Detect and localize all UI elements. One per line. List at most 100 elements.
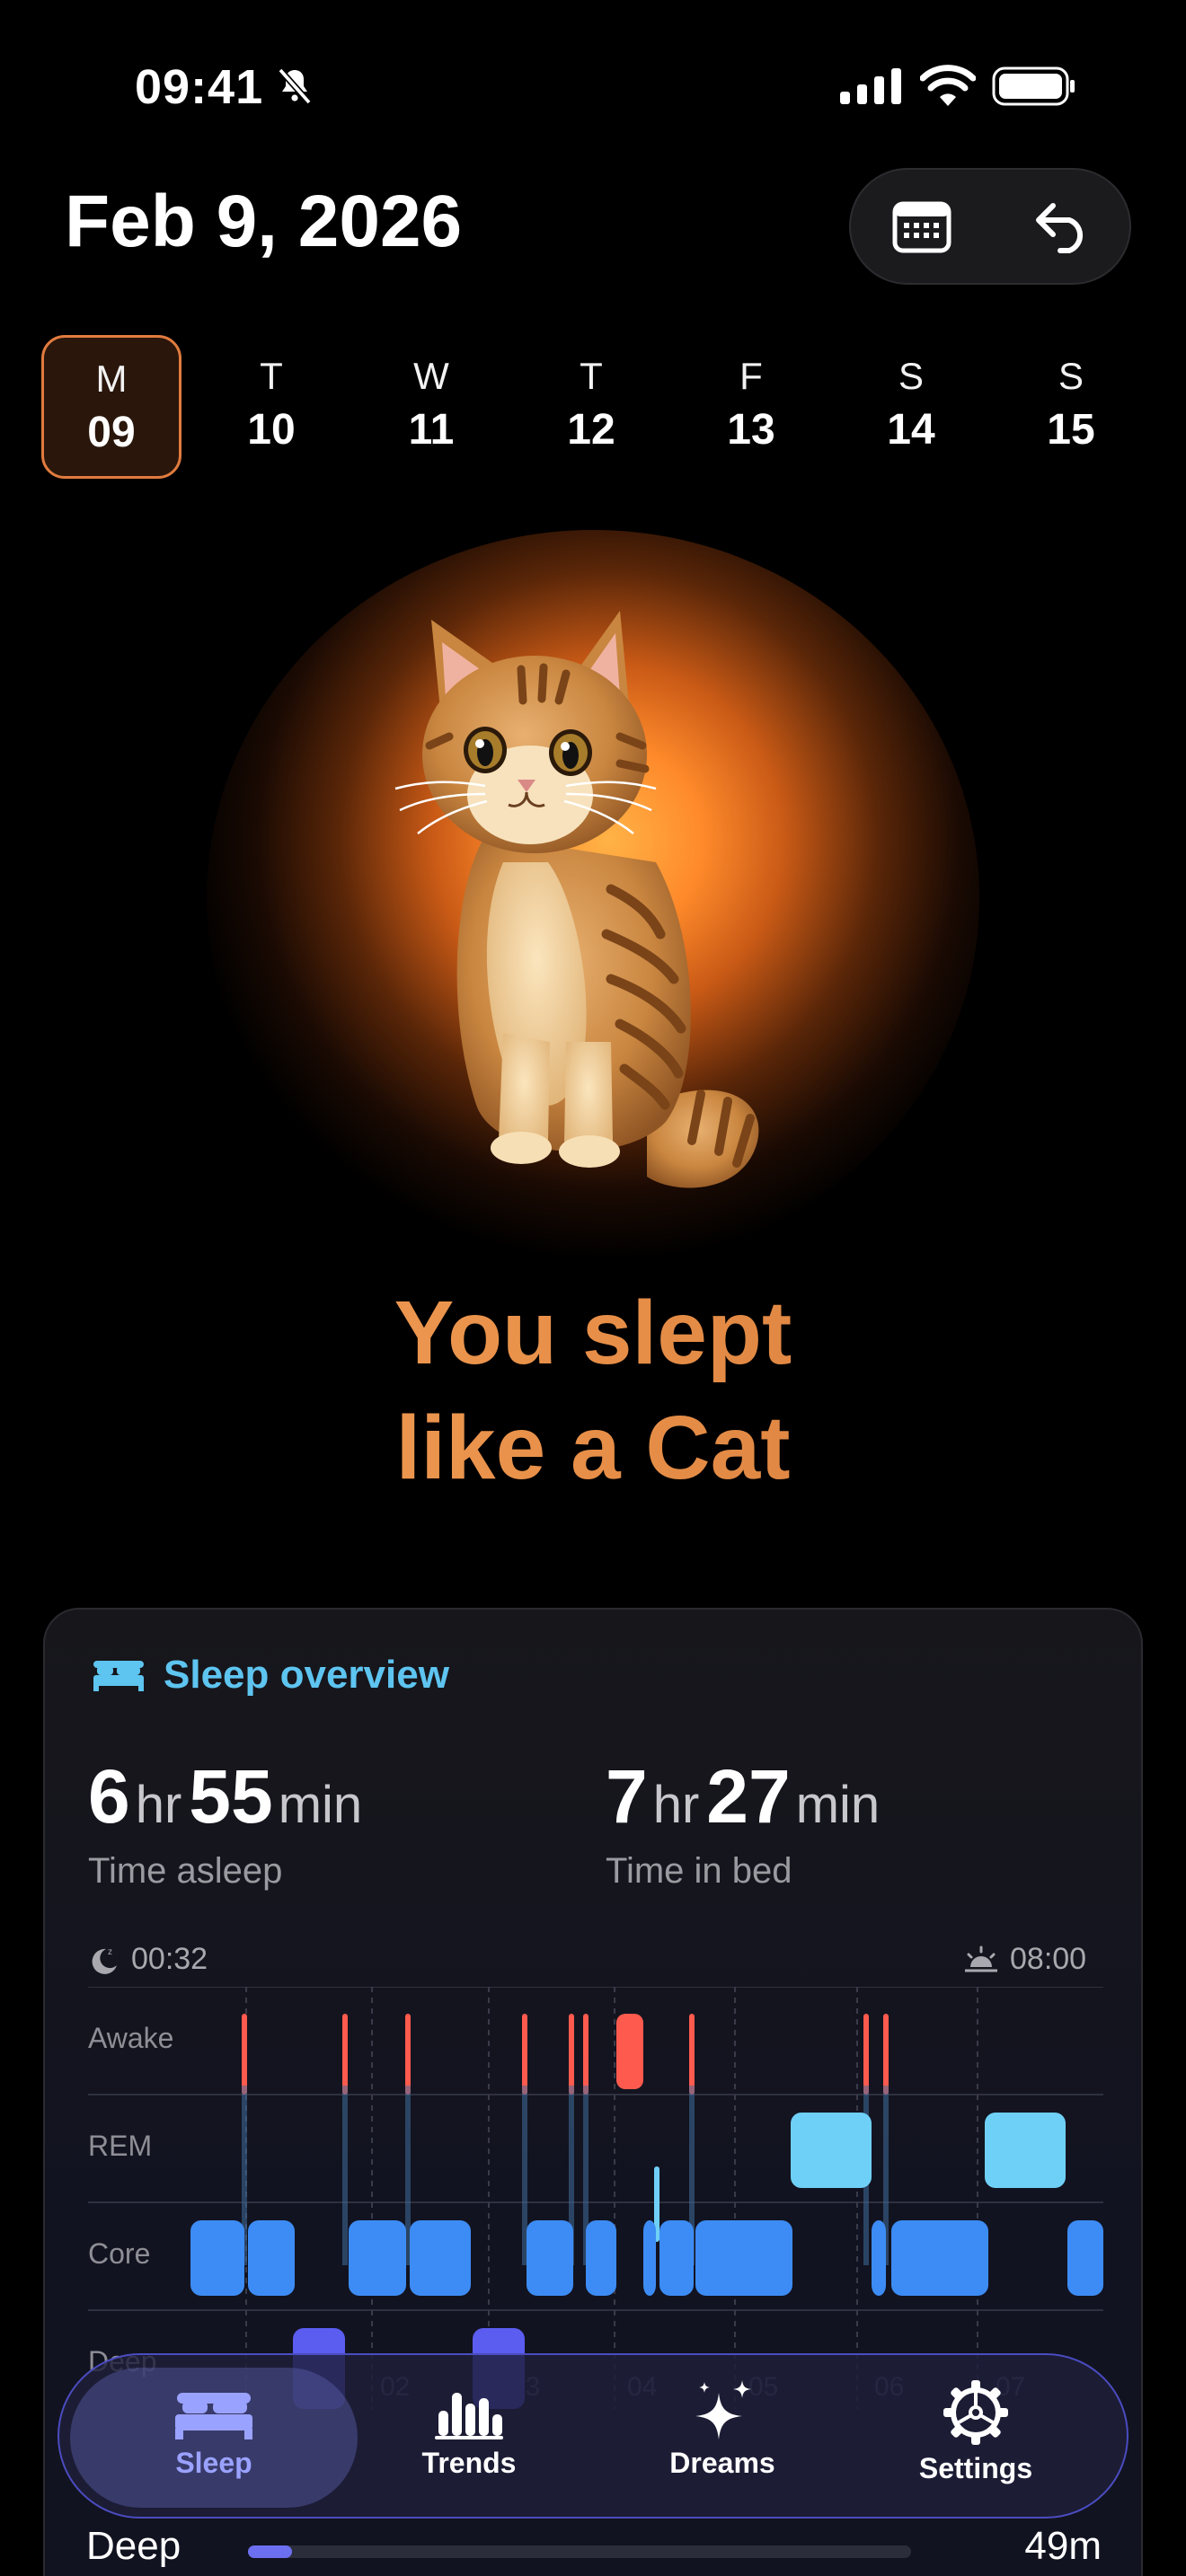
in-bed-hours-unit: hr — [652, 1776, 700, 1834]
sleep-animal-illustration — [207, 530, 979, 1266]
stage-label-core: Core — [88, 2237, 150, 2270]
calendar-button[interactable] — [851, 170, 992, 283]
day-sun-15[interactable]: S 15 — [1001, 335, 1141, 479]
awake-spike — [242, 2014, 247, 2095]
moon-zz-icon: z — [92, 1947, 117, 1974]
core-block — [1067, 2220, 1103, 2296]
awake-spike — [583, 2014, 589, 2095]
day-number: 12 — [567, 406, 615, 454]
battery-icon — [992, 66, 1075, 106]
day-number: 09 — [87, 409, 136, 456]
core-block — [190, 2220, 244, 2296]
day-thu-12[interactable]: T 12 — [521, 335, 661, 479]
status-time: 09:41 — [135, 60, 264, 114]
card-title: Sleep overview — [164, 1653, 449, 1697]
calendar-icon — [892, 201, 951, 253]
asleep-hours-unit: hr — [135, 1776, 182, 1834]
deep-stage-row: Deep 49m — [86, 2524, 1102, 2576]
awake-spike — [522, 2014, 527, 2095]
asleep-minutes: 55 — [189, 1754, 273, 1839]
stage-transition — [342, 2086, 348, 2265]
sunrise-icon — [965, 1945, 997, 1972]
bar-chart-icon — [435, 2393, 503, 2439]
tab-label: Dreams — [669, 2447, 775, 2479]
headline-line-1: You slept — [394, 1283, 792, 1383]
day-wed-11[interactable]: W 11 — [361, 335, 501, 479]
awake-spike — [689, 2014, 695, 2095]
in-bed-minutes: 27 — [706, 1754, 791, 1839]
asleep-minutes-unit: min — [278, 1776, 363, 1834]
sparkles-icon — [695, 2380, 751, 2439]
core-block — [659, 2220, 694, 2296]
headline-line-2: like a Cat — [395, 1398, 791, 1498]
awake-spike — [883, 2014, 889, 2095]
day-mon-09[interactable]: M 09 — [41, 335, 181, 479]
day-number: 14 — [887, 406, 935, 454]
tab-label: Settings — [918, 2452, 1033, 2484]
deep-stage-value: 49m — [1024, 2524, 1102, 2568]
rem-block — [985, 2113, 1066, 2188]
in-bed-label: Time in bed — [606, 1851, 792, 1891]
in-bed-hours: 7 — [606, 1754, 648, 1839]
awake-spike — [863, 2014, 869, 2095]
day-number: 15 — [1047, 406, 1095, 454]
day-letter: M — [95, 357, 128, 400]
week-strip: M 09 T 10 W 11 T 12 F 13 S 14 S 15 — [41, 335, 1145, 479]
day-letter: W — [413, 355, 449, 397]
sleep-result-headline: You slept like a Cat — [0, 1275, 1186, 1505]
wake-time-value: 08:00 — [1010, 1942, 1087, 1976]
tab-dreams[interactable]: Dreams — [579, 2368, 866, 2508]
core-block — [586, 2220, 616, 2296]
time-asleep-stat: 6 hr55 min Time asleep — [88, 1753, 369, 1892]
cat-illustration — [394, 611, 759, 1188]
bed-icon — [93, 1661, 144, 1691]
day-sat-14[interactable]: S 14 — [841, 335, 981, 479]
back-to-today-button[interactable] — [992, 170, 1133, 283]
day-tue-10[interactable]: T 10 — [201, 335, 341, 479]
cellular-signal-icon — [840, 68, 901, 104]
tab-label: Trends — [421, 2447, 517, 2479]
asleep-label: Time asleep — [88, 1851, 283, 1891]
core-block — [872, 2220, 886, 2296]
day-letter: T — [580, 355, 603, 397]
deep-stage-bar — [248, 2545, 911, 2558]
tab-label: Sleep — [175, 2447, 252, 2479]
day-number: 11 — [408, 406, 455, 454]
deep-stage-label: Deep — [86, 2524, 181, 2568]
rem-block — [791, 2113, 872, 2188]
day-number: 10 — [247, 406, 296, 454]
day-letter: T — [260, 355, 283, 397]
wake-time: 08:00 — [963, 1942, 1086, 1977]
tab-settings[interactable]: Settings — [832, 2368, 1120, 2508]
tab-trends[interactable]: Trends — [325, 2368, 613, 2508]
awake-spike — [569, 2014, 574, 2095]
page-title: Feb 9, 2026 — [65, 181, 463, 262]
day-number: 13 — [727, 406, 775, 454]
bed-icon — [175, 2393, 252, 2439]
core-block — [695, 2220, 792, 2296]
awake-spike — [342, 2014, 348, 2095]
bell-off-icon — [278, 67, 312, 105]
core-block — [527, 2220, 573, 2296]
tab-sleep[interactable]: Sleep — [70, 2368, 358, 2508]
stage-label-awake: Awake — [88, 2022, 173, 2054]
time-in-bed-stat: 7 hr27 min Time in bed — [606, 1753, 887, 1892]
gear-icon — [943, 2380, 1008, 2445]
sleep-stage-hypnogram: AwakeREMCoreDeep020304050607 — [88, 1987, 1103, 2409]
undo-arrow-icon — [1035, 203, 1083, 253]
header-actions — [849, 168, 1131, 285]
in-bed-minutes-unit: min — [795, 1776, 881, 1834]
day-letter: F — [739, 355, 763, 397]
awake-block — [616, 2014, 643, 2089]
day-letter: S — [1058, 355, 1084, 397]
core-block — [349, 2220, 406, 2296]
card-header: Sleep overview — [92, 1653, 449, 1698]
core-block — [410, 2220, 471, 2296]
tab-bar: Sleep Trends Dreams Settings — [58, 2353, 1128, 2519]
bedtime-value: 00:32 — [131, 1942, 208, 1976]
svg-text:z: z — [108, 1947, 112, 1957]
day-fri-13[interactable]: F 13 — [681, 335, 821, 479]
core-block — [891, 2220, 988, 2296]
asleep-hours: 6 — [88, 1754, 130, 1839]
day-letter: S — [898, 355, 924, 397]
